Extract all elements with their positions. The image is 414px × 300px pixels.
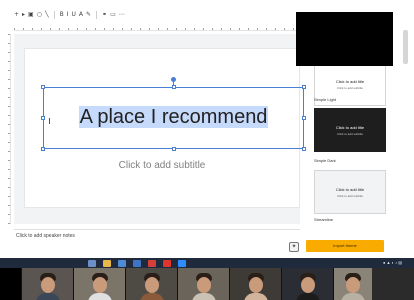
image-icon[interactable]: ▣ — [28, 8, 34, 22]
slide[interactable]: A place I recommend Click to add subtitl… — [24, 48, 306, 208]
theme-name: Simple Dark — [314, 158, 336, 163]
resize-handle-top[interactable] — [172, 85, 176, 89]
text-color-icon[interactable]: A — [79, 8, 83, 22]
participant-body — [341, 293, 365, 300]
rotate-handle[interactable] — [171, 77, 176, 82]
themes-panel: Click to add title Click to add subtitle… — [306, 40, 414, 265]
participant-tile[interactable] — [126, 268, 178, 300]
themes-scrollbar[interactable] — [403, 30, 408, 64]
participant-body — [139, 293, 164, 300]
participant-tile[interactable] — [22, 268, 74, 300]
editor-toolbar: + ▸ ▣ ○ ╲ B I U A ✎ ⚭ ▭ ⋯ — [0, 8, 300, 22]
participant-tile[interactable] — [0, 268, 22, 300]
participant-video-strip — [0, 268, 414, 300]
title-textbox[interactable]: A place I recommend — [41, 77, 306, 151]
participant-face — [40, 277, 55, 293]
system-tray[interactable]: ● ▲ ◐ ♪ ▤ — [383, 259, 402, 267]
participant-tile[interactable] — [230, 268, 282, 300]
theme-card-title: Click to add title — [335, 78, 365, 84]
theme-card-subtitle: Click to add subtitle — [336, 131, 363, 136]
slide-subtitle[interactable]: Click to add subtitle — [25, 160, 299, 171]
search-icon[interactable] — [88, 259, 96, 267]
participant-face — [346, 277, 360, 293]
comment-icon[interactable]: ▭ — [110, 8, 116, 22]
store-icon[interactable] — [118, 259, 126, 267]
import-theme-button[interactable]: Import theme — [306, 240, 384, 252]
participant-body — [35, 293, 60, 300]
line-icon[interactable]: ╲ — [45, 8, 49, 22]
slide-title[interactable]: A place I recommend — [44, 106, 303, 129]
participant-tile[interactable] — [282, 268, 334, 300]
speaker-notes[interactable]: Click to add speaker notes — [16, 233, 75, 239]
taskbar: ● ▲ ◐ ♪ ▤ — [0, 258, 414, 268]
youtube-icon[interactable] — [163, 259, 171, 267]
participant-body — [243, 293, 268, 300]
participant-tile[interactable] — [74, 268, 126, 300]
theme-card-subtitle: Click to add subtitle — [336, 193, 363, 198]
underline-icon[interactable]: U — [72, 8, 76, 22]
toolbar-divider — [96, 11, 98, 19]
theme-card-subtitle: Click to add subtitle — [336, 85, 363, 90]
video-preview-window — [296, 12, 393, 66]
slide-title-text: A place I recommend — [78, 106, 269, 128]
theme-name: Simple Light — [314, 97, 337, 102]
participant-body — [87, 293, 112, 300]
participant-tile[interactable] — [178, 268, 230, 300]
link-icon[interactable]: ⚭ — [102, 8, 107, 22]
more-icon[interactable]: ⋯ — [119, 8, 125, 22]
file-explorer-icon[interactable] — [103, 259, 111, 267]
theme-name: Streamline — [314, 217, 334, 222]
horizontal-ruler[interactable] — [14, 24, 300, 31]
shape-icon[interactable]: ○ — [37, 8, 42, 22]
toolbar-divider — [53, 11, 55, 19]
mail-icon[interactable] — [133, 259, 141, 267]
participant-face — [248, 277, 263, 293]
resize-handle-bottom-left[interactable] — [41, 147, 45, 151]
participant-face — [196, 277, 211, 293]
resize-handle-top-left[interactable] — [41, 85, 45, 89]
participant-face — [92, 277, 107, 293]
participant-face — [300, 277, 315, 293]
italic-icon[interactable]: I — [67, 8, 69, 22]
theme-card-title: Click to add title — [335, 124, 365, 130]
notes-divider[interactable] — [14, 229, 300, 230]
slide-canvas: A place I recommend Click to add subtitl… — [14, 34, 306, 224]
participant-body — [191, 293, 216, 300]
zoom-icon[interactable] — [178, 259, 186, 267]
chrome-icon[interactable] — [148, 259, 156, 267]
explore-icon[interactable]: ✦ — [289, 242, 299, 252]
participant-tile[interactable] — [334, 268, 372, 300]
select-icon[interactable]: ▸ — [22, 8, 25, 22]
vertical-ruler[interactable] — [5, 34, 11, 224]
theme-card-simple-dark[interactable]: Click to add title Click to add subtitle — [314, 108, 386, 152]
resize-handle-bottom[interactable] — [172, 147, 176, 151]
highlight-icon[interactable]: ✎ — [86, 8, 91, 22]
theme-card-title: Click to add title — [335, 186, 365, 192]
theme-card-streamline[interactable]: Click to add title Click to add subtitle — [314, 170, 386, 214]
add-icon[interactable]: + — [14, 8, 19, 22]
participant-face — [144, 277, 159, 293]
participant-body — [295, 293, 320, 300]
bold-icon[interactable]: B — [60, 8, 64, 22]
